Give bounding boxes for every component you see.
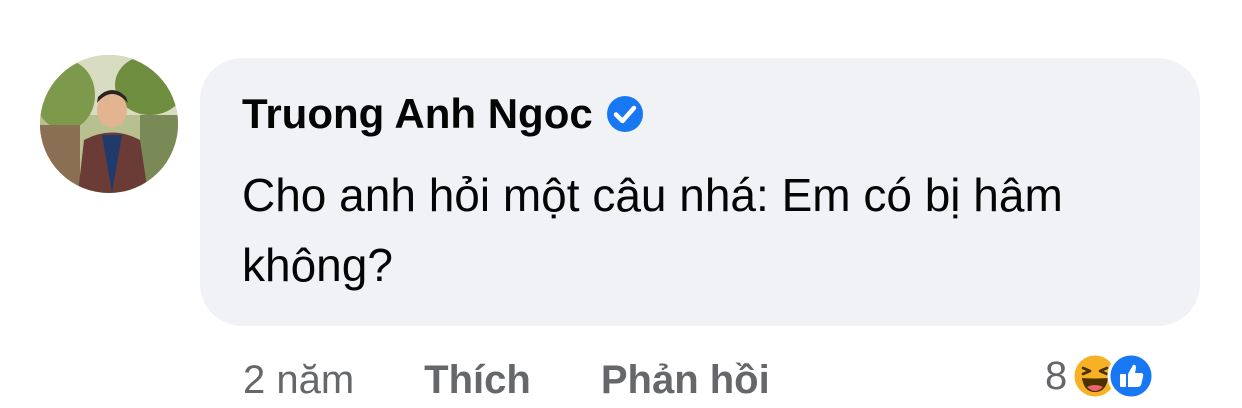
avatar[interactable]: [40, 55, 178, 193]
reaction-count: 8: [1045, 353, 1068, 398]
comment-text: Cho anh hỏi một câu nhá: Em có bị hâm kh…: [242, 169, 1063, 291]
avatar-photo: [40, 55, 178, 193]
reply-button[interactable]: Phản hồi: [601, 358, 770, 403]
verified-badge-icon: [605, 94, 645, 134]
like-button[interactable]: Thích: [424, 358, 531, 403]
comment-header: Truong Anh Ngoc: [242, 88, 645, 140]
author-name[interactable]: Truong Anh Ngoc: [242, 88, 593, 140]
comment-actions: 2 năm Thích Phản hồi: [243, 352, 770, 408]
comment-timestamp[interactable]: 2 năm: [243, 358, 354, 403]
like-reaction-icon: [1107, 352, 1155, 400]
comment-bubble: Truong Anh Ngoc Cho anh hỏi một câu nhá:…: [200, 58, 1200, 326]
reactions-summary[interactable]: 8: [1045, 348, 1155, 404]
